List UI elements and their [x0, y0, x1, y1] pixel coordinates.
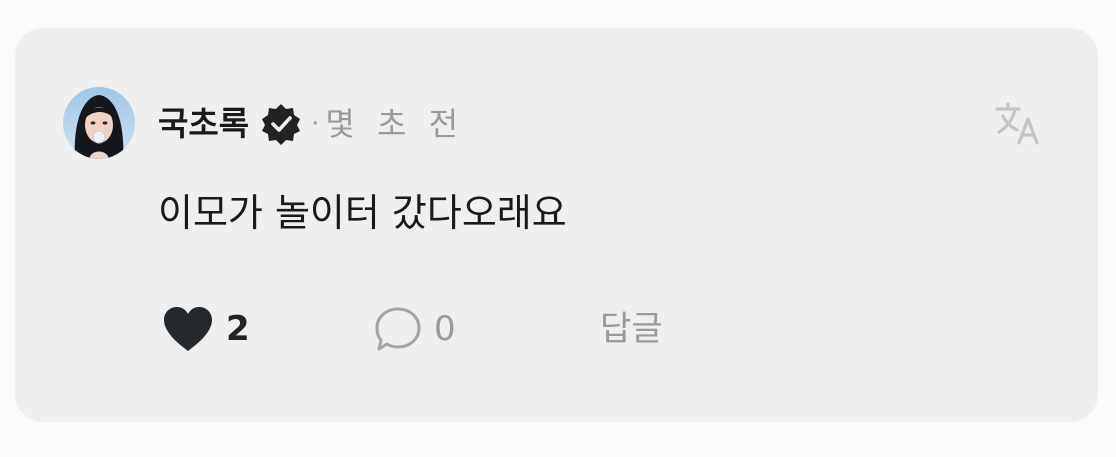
like-button[interactable]: 2: [160, 303, 250, 355]
comment-header: 국초록 · 몇 초 전: [158, 102, 464, 146]
speech-bubble-icon: [375, 307, 421, 351]
translate-icon[interactable]: [993, 97, 1045, 149]
avatar[interactable]: [63, 87, 135, 159]
timestamp: 몇 초 전: [325, 105, 465, 143]
like-count: 2: [226, 309, 250, 349]
comment-text: 이모가 놀이터 갔다오래요: [158, 191, 567, 235]
reply-label: 답글: [600, 309, 663, 349]
avatar-image: [63, 87, 135, 159]
comment-count: 0: [434, 309, 456, 349]
heart-filled-icon: [164, 307, 212, 351]
verified-badge-icon: [259, 102, 303, 146]
reply-button[interactable]: 답글: [600, 303, 663, 355]
author-name[interactable]: 국초록: [158, 102, 249, 146]
comment-button[interactable]: 0: [374, 303, 456, 355]
separator-dot: ·: [311, 109, 320, 139]
comment-card: 국초록 · 몇 초 전 이모가 놀이터 갔다오래요 2 0 답글: [15, 28, 1098, 422]
